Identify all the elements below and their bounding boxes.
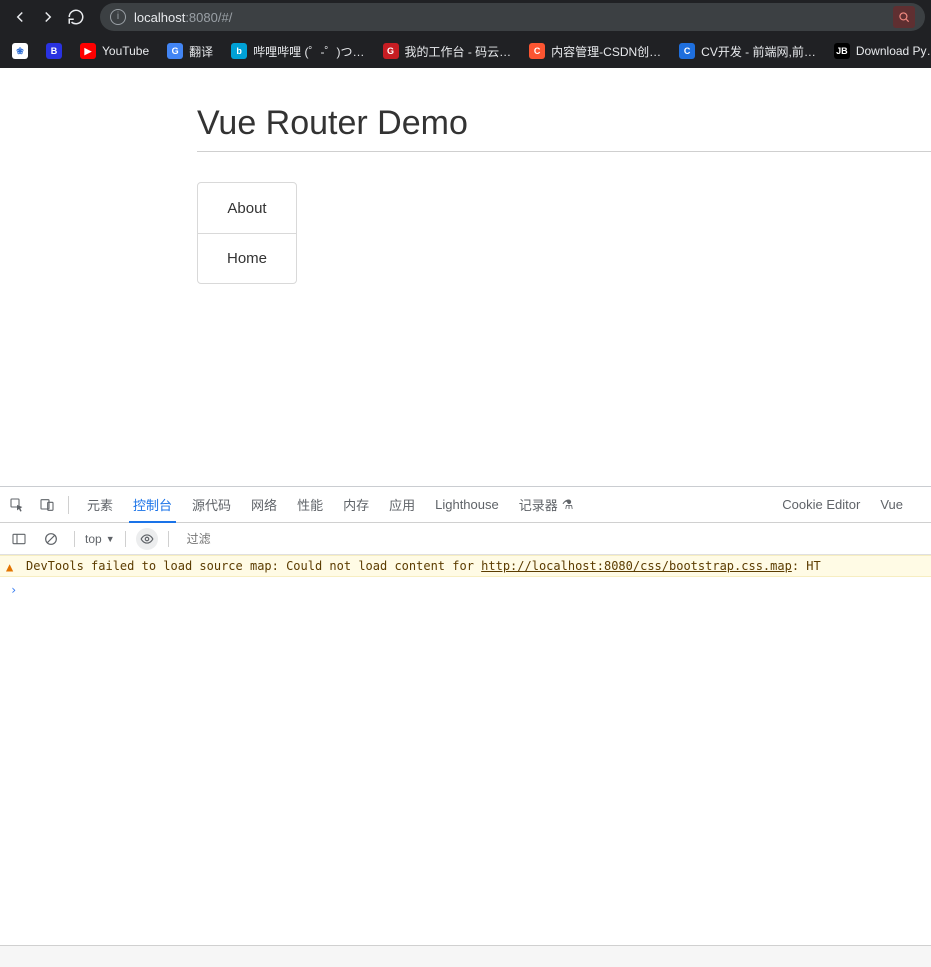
devtools-tab[interactable]: 控制台: [123, 487, 182, 523]
bookmark-favicon: ❀: [12, 43, 28, 59]
back-button[interactable]: [6, 3, 34, 31]
bookmarks-bar: ❀B▶YouTubeG翻译b哔哩哔哩 (゜-゜)つ…G我的工作台 - 码云…C内…: [0, 34, 931, 68]
console-context-label: top: [85, 532, 102, 546]
live-expression-icon[interactable]: [136, 528, 158, 550]
console-filter-input[interactable]: [179, 532, 342, 546]
console-toolbar: top ▼: [0, 523, 931, 555]
warning-text-prefix: DevTools failed to load source map: Coul…: [26, 559, 481, 573]
title-divider: [197, 151, 931, 152]
console-prompt[interactable]: ›: [0, 577, 931, 603]
bookmark-item[interactable]: G 我的工作台 - 码云…: [375, 39, 520, 64]
bookmark-item[interactable]: ❀: [4, 39, 36, 63]
devtools-extension-tab[interactable]: Cookie Editor: [772, 487, 870, 523]
inspect-element-icon[interactable]: [4, 492, 30, 518]
warning-text-suffix: : HT: [792, 559, 821, 573]
flask-icon: ⚗: [562, 497, 574, 513]
bookmark-item[interactable]: JB Download Py…: [826, 39, 931, 63]
devtools-tab-label: 控制台: [133, 495, 172, 514]
bookmark-item[interactable]: b 哔哩哔哩 (゜-゜)つ…: [223, 39, 372, 64]
separator: [125, 531, 126, 547]
bookmark-item[interactable]: ▶ YouTube: [72, 39, 157, 63]
separator: [168, 531, 169, 547]
devtools-tab-label: 记录器: [519, 495, 558, 514]
nav-row: i localhost:8080/#/: [0, 0, 931, 34]
bookmark-label: 内容管理-CSDN创…: [551, 43, 661, 60]
bookmark-item[interactable]: G 翻译: [159, 39, 221, 64]
devtools-tab-bar: 元素 控制台 源代码 网络 性能 内存 应用 Lighthouse 记录器⚗ Cookie Ed…: [0, 487, 931, 523]
site-info-icon[interactable]: i: [110, 9, 126, 25]
device-toggle-icon[interactable]: [34, 492, 60, 518]
bookmark-favicon: JB: [834, 43, 850, 59]
bookmark-label: CV开发 - 前端网,前…: [701, 43, 816, 60]
chevron-down-icon: ▼: [106, 534, 115, 544]
devtools-tab-label: 内存: [343, 495, 369, 514]
address-search-icon[interactable]: [893, 6, 915, 28]
bookmark-favicon: b: [231, 43, 247, 59]
bookmark-label: 我的工作台 - 码云…: [405, 43, 512, 60]
reload-button[interactable]: [62, 3, 90, 31]
devtools-tab-label: 性能: [297, 495, 323, 514]
bookmark-favicon: C: [529, 43, 545, 59]
separator: [74, 531, 75, 547]
router-link-about[interactable]: About: [198, 183, 296, 233]
bookmark-label: 哔哩哔哩 (゜-゜)つ…: [253, 43, 364, 60]
devtools-extension-tab[interactable]: Vue: [870, 487, 913, 523]
devtools-tab-label: 网络: [251, 495, 277, 514]
devtools-right-tabs: Cookie EditorVue: [758, 487, 927, 523]
bookmark-label: 翻译: [189, 43, 213, 60]
devtools-tab[interactable]: 网络: [241, 487, 287, 523]
router-link-home[interactable]: Home: [198, 233, 296, 283]
bookmark-item[interactable]: B: [38, 39, 70, 63]
devtools-tab-label: Lighthouse: [435, 497, 499, 512]
devtools-tab[interactable]: 元素: [77, 487, 123, 523]
address-bar[interactable]: i localhost:8080/#/: [100, 3, 925, 31]
bookmark-favicon: G: [167, 43, 183, 59]
bookmark-item[interactable]: C CV开发 - 前端网,前…: [671, 39, 824, 64]
router-link-list: AboutHome: [197, 182, 297, 284]
separator: [68, 496, 69, 514]
warning-icon: ▲: [6, 560, 13, 574]
devtools-tab-label: 元素: [87, 495, 113, 514]
devtools-tab[interactable]: 性能: [287, 487, 333, 523]
devtools-tab[interactable]: Lighthouse: [425, 487, 509, 523]
bookmark-favicon: ▶: [80, 43, 96, 59]
forward-button[interactable]: [34, 3, 62, 31]
devtools-panel: 元素 控制台 源代码 网络 性能 内存 应用 Lighthouse 记录器⚗ Cookie Ed…: [0, 486, 931, 967]
page-title: Vue Router Demo: [197, 104, 931, 147]
devtools-tab-label: 应用: [389, 495, 415, 514]
url-host: localhost:8080/#/: [134, 10, 232, 25]
bookmark-label: YouTube: [102, 44, 149, 58]
devtools-tab-label: 源代码: [192, 495, 231, 514]
page-content: Vue Router Demo AboutHome: [0, 68, 931, 486]
devtools-tab[interactable]: 应用: [379, 487, 425, 523]
console-output: ▲ DevTools failed to load source map: Co…: [0, 555, 931, 945]
warning-url-link[interactable]: http://localhost:8080/css/bootstrap.css.…: [481, 559, 792, 573]
bookmark-favicon: G: [383, 43, 399, 59]
bookmark-item[interactable]: C 内容管理-CSDN创…: [521, 39, 669, 64]
console-sidebar-toggle-icon[interactable]: [6, 526, 32, 552]
browser-chrome: i localhost:8080/#/ ❀ B ▶ YouTube G 翻译 b 哔哩哔哩 (…: [0, 0, 931, 68]
devtools-footer: [0, 945, 931, 967]
bookmark-favicon: B: [46, 43, 62, 59]
devtools-tab[interactable]: 记录器⚗: [509, 487, 584, 523]
devtools-tab[interactable]: 源代码: [182, 487, 241, 523]
devtools-tab[interactable]: 内存: [333, 487, 379, 523]
console-context-selector[interactable]: top ▼: [85, 532, 115, 546]
clear-console-icon[interactable]: [38, 526, 64, 552]
bookmark-label: Download Py…: [856, 44, 931, 58]
console-warning-row[interactable]: ▲ DevTools failed to load source map: Co…: [0, 555, 931, 577]
bookmark-favicon: C: [679, 43, 695, 59]
